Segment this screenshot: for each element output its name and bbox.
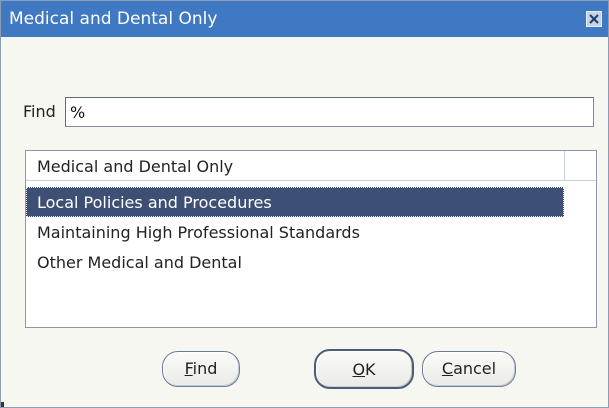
list-header: Medical and Dental Only bbox=[26, 151, 564, 181]
lov-dialog: Medical and Dental Only Find Medical and… bbox=[0, 0, 609, 408]
find-button-mnemonic: F bbox=[184, 359, 193, 378]
find-label: Find bbox=[23, 102, 56, 121]
close-button[interactable] bbox=[586, 11, 602, 27]
results-list[interactable]: Medical and Dental Only Local Policies a… bbox=[25, 150, 597, 328]
list-item[interactable]: Maintaining High Professional Standards bbox=[26, 217, 564, 247]
list-item-selected[interactable]: Local Policies and Procedures bbox=[26, 187, 564, 217]
close-icon bbox=[589, 14, 599, 24]
list-item-label: Maintaining High Professional Standards bbox=[37, 223, 360, 242]
list-header-filler bbox=[564, 151, 596, 181]
find-input[interactable] bbox=[65, 97, 594, 127]
ok-button-label: K bbox=[365, 360, 376, 379]
cancel-button-label: ancel bbox=[453, 359, 497, 378]
ok-button[interactable]: OK bbox=[314, 349, 414, 389]
list-item-label: Local Policies and Procedures bbox=[37, 193, 272, 212]
cancel-button-mnemonic: C bbox=[441, 359, 454, 378]
list-item[interactable]: Other Medical and Dental bbox=[26, 247, 564, 277]
title-bar[interactable]: Medical and Dental Only bbox=[1, 1, 608, 37]
cancel-button[interactable]: Cancel bbox=[422, 351, 516, 387]
find-button-label: ind bbox=[192, 359, 218, 378]
window-title: Medical and Dental Only bbox=[9, 9, 218, 29]
ok-button-mnemonic: O bbox=[352, 360, 366, 379]
list-header-label: Medical and Dental Only bbox=[37, 157, 234, 176]
find-button[interactable]: Find bbox=[162, 351, 240, 387]
resize-grip bbox=[1, 402, 4, 407]
list-item-label: Other Medical and Dental bbox=[37, 253, 242, 272]
